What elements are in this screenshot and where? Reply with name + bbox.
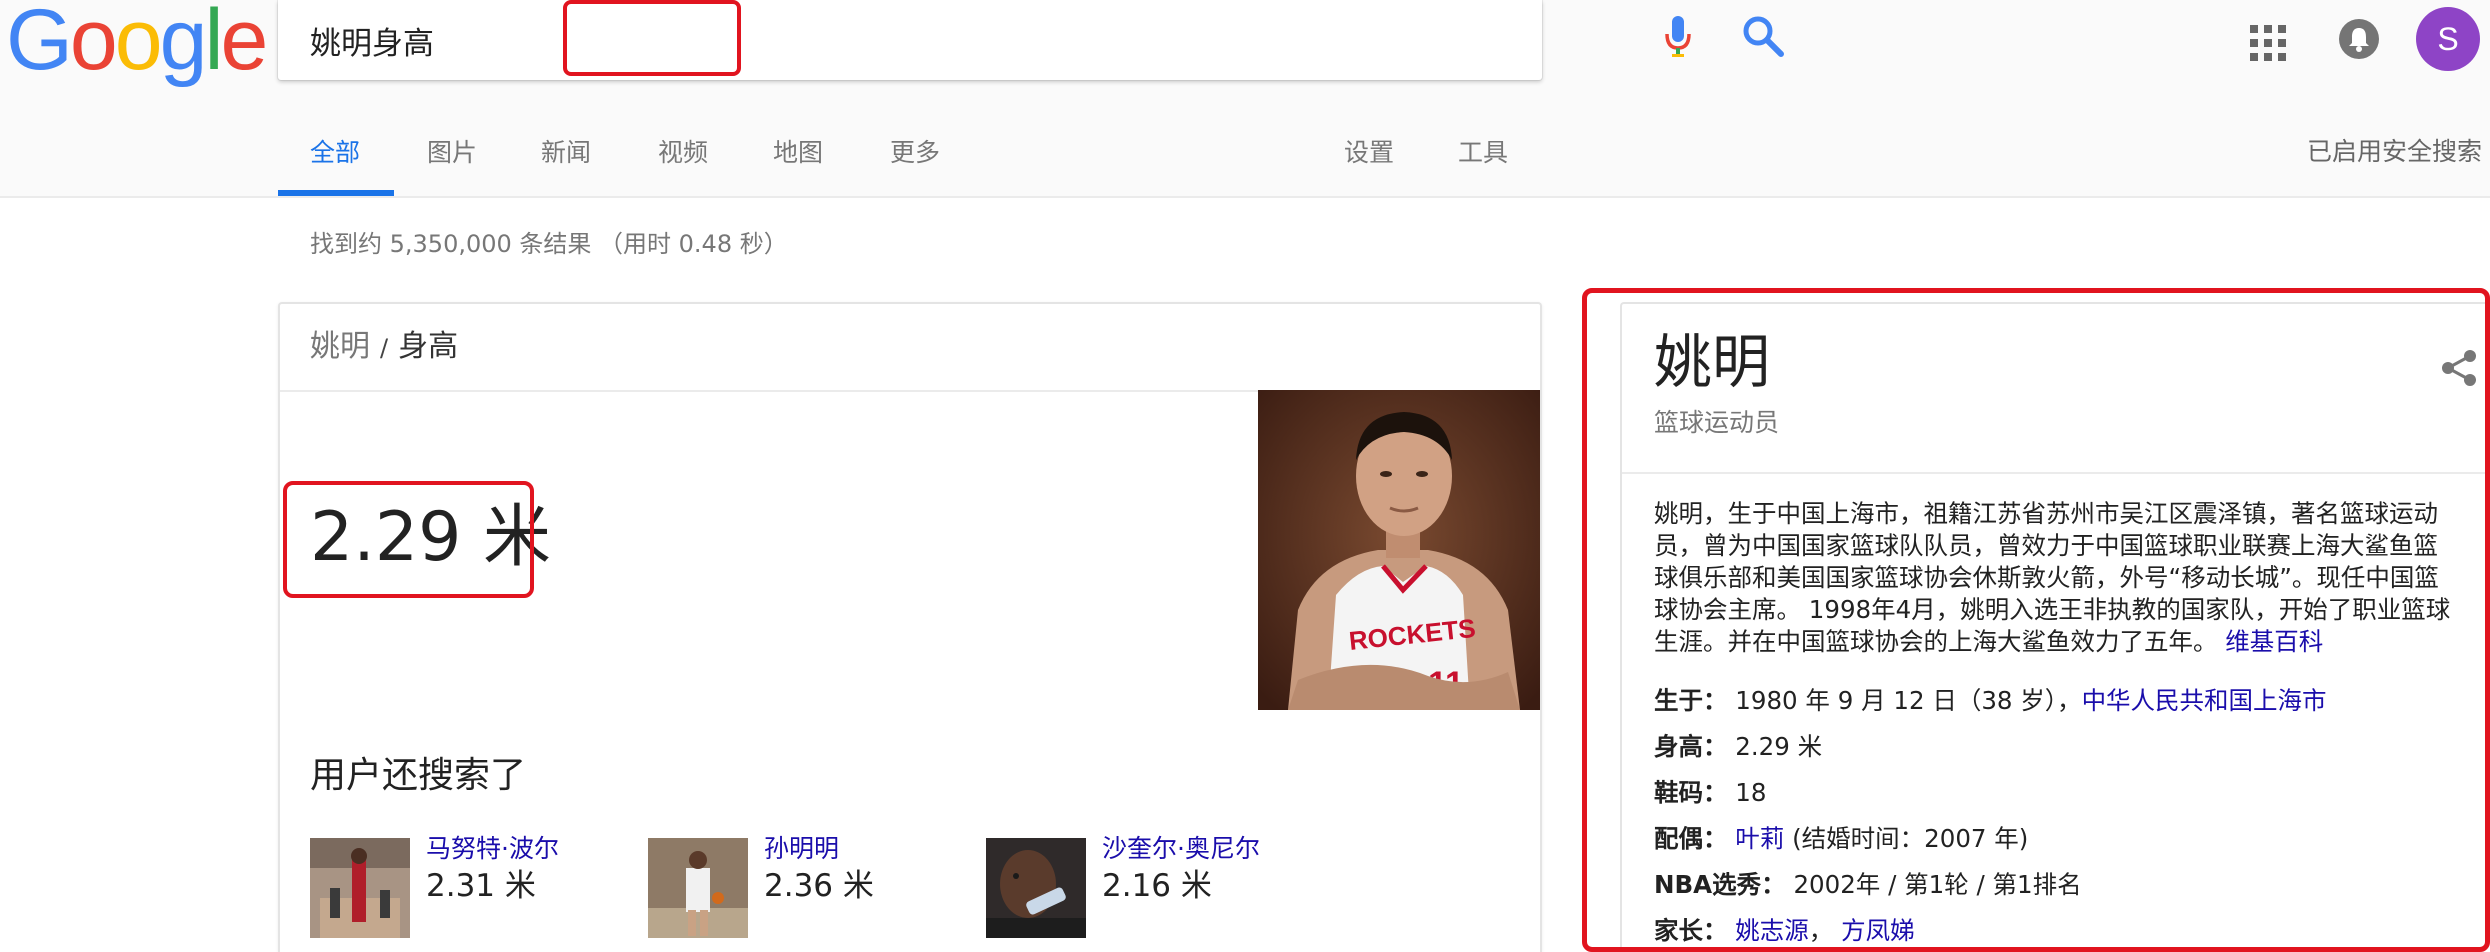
- wikipedia-link[interactable]: 维基百科: [2225, 627, 2323, 656]
- search-box: [278, 0, 1784, 80]
- parent-link[interactable]: 姚志源: [1735, 916, 1809, 945]
- fact-spouse: 配偶： 叶莉 (结婚时间：2007 年): [1654, 822, 2028, 856]
- kp-title: 姚明: [1654, 328, 1771, 396]
- apps-grid-icon[interactable]: [2250, 25, 2286, 61]
- logo-letter-o2: o: [114, 0, 163, 88]
- fact-value: 2.29 米: [1735, 732, 1823, 761]
- fact-label[interactable]: 家长：: [1654, 916, 1728, 945]
- breadcrumb: 姚明 / 身高: [310, 324, 458, 371]
- logo-letter-e: e: [220, 0, 269, 88]
- tab-images[interactable]: 图片: [427, 136, 477, 170]
- breadcrumb-separator: /: [380, 334, 389, 362]
- fact-label: 生于：: [1654, 686, 1728, 715]
- kp-desc-line: 员，曾为中国国家篮球队队员，曾效力于中国篮球职业联赛上海大鲨鱼篮: [1654, 531, 2438, 560]
- tab-all[interactable]: 全部: [310, 136, 360, 170]
- fact-height: 身高： 2.29 米: [1654, 730, 1822, 764]
- knowledge-panel: 姚明 篮球运动员 姚明，生于中国上海市，祖籍江苏省苏州市吴江区震泽镇，著名篮球运…: [1620, 302, 2490, 952]
- fact-value: (结婚时间：2007 年): [1784, 824, 2029, 853]
- birthplace-link[interactable]: 中华人民共和国上海市: [2082, 686, 2327, 715]
- fact-draft: NBA选秀： 2002年 / 第1轮 / 第1排名: [1654, 868, 2082, 902]
- related-thumb[interactable]: [986, 838, 1086, 938]
- fact-value: 1980 年 9 月 12 日（38 岁），: [1735, 686, 2082, 715]
- logo-letter-g2: g: [159, 0, 208, 88]
- related-value: 2.36 米: [764, 868, 874, 904]
- fact-value: 18: [1735, 778, 1767, 807]
- tab-tools[interactable]: 工具: [1458, 136, 1508, 170]
- kp-desc-last: 生涯。并在中国篮球协会的上海大鲨鱼效力了五年。: [1654, 627, 2226, 656]
- kp-description: 姚明，生于中国上海市，祖籍江苏省苏州市吴江区震泽镇，著名篮球运动 员，曾为中国国…: [1654, 498, 2490, 658]
- breadcrumb-attribute: 身高: [398, 329, 459, 364]
- search-icon[interactable]: [1741, 14, 1785, 58]
- search-input[interactable]: [310, 10, 1310, 70]
- answer-card: 姚明 / 身高 2.29 米 ROCKETS 11 用户还搜索了: [278, 302, 1542, 952]
- bell-icon[interactable]: [2338, 18, 2380, 60]
- logo-letter-g: G: [6, 0, 73, 88]
- tab-videos[interactable]: 视频: [658, 136, 708, 170]
- logo-letter-o1: o: [69, 0, 118, 88]
- related-searches-title: 用户还搜索了: [310, 755, 527, 796]
- fact-label[interactable]: NBA选秀：: [1654, 870, 1786, 899]
- tab-news[interactable]: 新闻: [541, 136, 591, 170]
- kp-divider: [1622, 472, 2490, 474]
- fact-parents: 家长： 姚志源， 方凤娣: [1654, 914, 1915, 948]
- parent-link[interactable]: 方凤娣: [1841, 916, 1915, 945]
- active-tab-indicator: [278, 190, 394, 196]
- kp-desc-line: 球俱乐部和美国国家篮球协会休斯敦火箭，外号“移动长城”。现任中国篮: [1654, 563, 2439, 592]
- related-name[interactable]: 孙明明: [764, 832, 839, 866]
- fact-shoe: 鞋码： 18: [1654, 776, 1766, 810]
- fact-separator: ，: [1808, 916, 1842, 945]
- result-stats: 找到约 5,350,000 条结果 （用时 0.48 秒）: [310, 230, 788, 258]
- share-icon[interactable]: [2440, 348, 2480, 388]
- avatar[interactable]: S: [2416, 7, 2480, 71]
- tab-maps[interactable]: 地图: [773, 136, 823, 170]
- related-thumb[interactable]: [310, 838, 410, 938]
- kp-desc-line: 姚明，生于中国上海市，祖籍江苏省苏州市吴江区震泽镇，著名篮球运动: [1654, 499, 2438, 528]
- fact-label[interactable]: 身高：: [1654, 732, 1728, 761]
- mic-icon[interactable]: [1663, 14, 1693, 60]
- google-logo[interactable]: Google: [6, 0, 269, 88]
- related-thumb[interactable]: [648, 838, 748, 938]
- safe-search-status[interactable]: 已启用安全搜索: [2307, 135, 2482, 169]
- answer-value: 2.29 米: [310, 498, 552, 577]
- fact-born: 生于： 1980 年 9 月 12 日（38 岁），中华人民共和国上海市: [1654, 684, 2327, 718]
- spouse-link[interactable]: 叶莉: [1735, 824, 1784, 853]
- related-name[interactable]: 马努特·波尔: [426, 832, 559, 866]
- breadcrumb-entity[interactable]: 姚明: [310, 329, 370, 364]
- fact-label[interactable]: 鞋码：: [1654, 778, 1728, 807]
- kp-subtitle: 篮球运动员: [1654, 408, 1780, 437]
- player-photo[interactable]: ROCKETS 11: [1258, 390, 1542, 710]
- kp-desc-line: 生涯。并在中国篮球协会的上海大鲨鱼效力了五年。 维基百科: [1654, 626, 2490, 658]
- related-value: 2.16 米: [1102, 868, 1212, 904]
- kp-desc-line: 球协会主席。 1998年4月，姚明入选王非执教的国家队，开始了职业篮球: [1654, 595, 2451, 624]
- logo-letter-l: l: [204, 0, 223, 88]
- fact-value: 2002年 / 第1轮 / 第1排名: [1793, 870, 2082, 899]
- related-value: 2.31 米: [426, 868, 536, 904]
- tab-settings[interactable]: 设置: [1344, 136, 1394, 170]
- related-name[interactable]: 沙奎尔·奥尼尔: [1102, 832, 1260, 866]
- tab-more[interactable]: 更多: [890, 136, 940, 170]
- fact-label[interactable]: 配偶：: [1654, 824, 1728, 853]
